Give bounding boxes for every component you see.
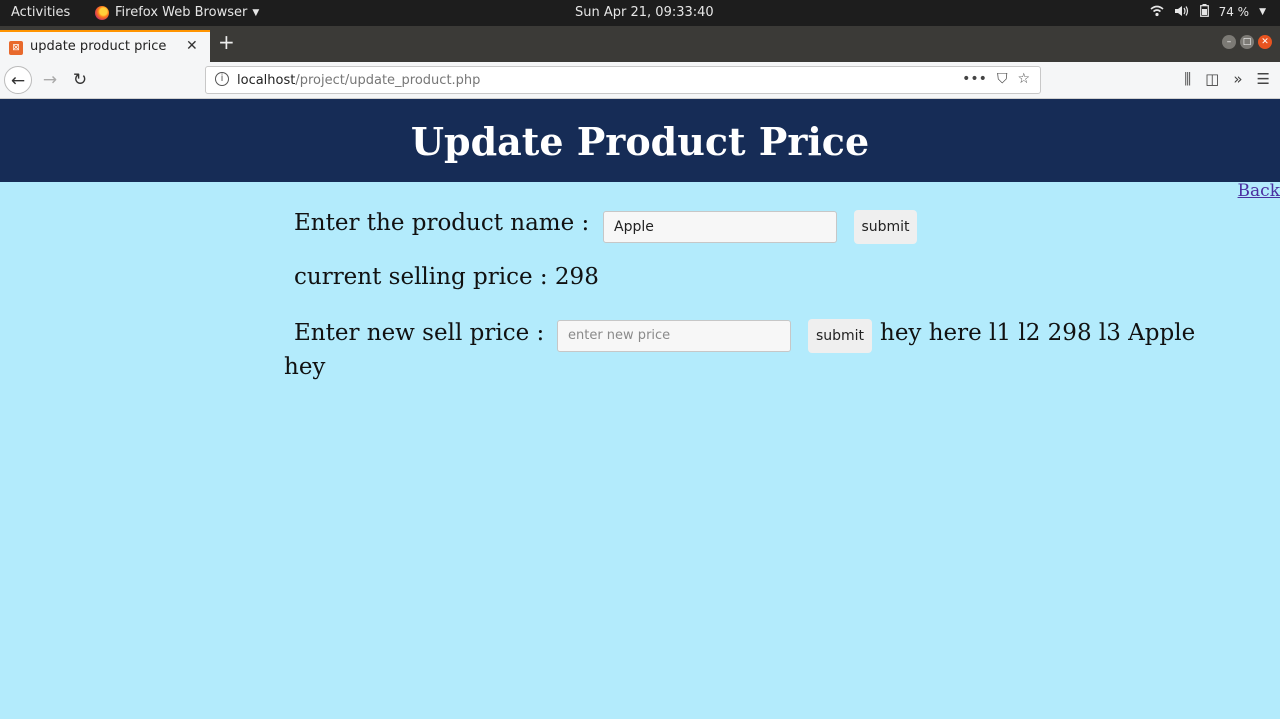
submit-product-button[interactable]: submit [854,210,917,244]
back-link[interactable]: Back [1238,181,1280,201]
url-host: localhost [237,73,296,88]
page-actions-icon[interactable]: ••• [962,71,987,87]
chevron-down-icon: ▼ [252,7,260,18]
overflow-chevron-icon[interactable]: » [1233,70,1242,88]
close-window-button[interactable]: ✕ [1258,35,1272,49]
activities-button[interactable]: Activities [11,5,70,20]
debug-text-continued: hey [284,354,326,380]
tab-active[interactable]: ⊠ update product price ✕ [0,30,210,62]
submit-price-button[interactable]: submit [808,319,872,353]
chevron-down-icon: ▼ [1259,7,1266,17]
tab-strip: ⊠ update product price ✕ + – □ ✕ [0,26,1280,62]
wifi-icon [1150,5,1164,20]
url-path: /project/update_product.php [295,73,481,88]
info-icon[interactable]: i [215,72,229,86]
url-actions: ••• ⛉ ☆ [962,71,1030,87]
hamburger-menu-icon[interactable]: ☰ [1257,70,1270,88]
close-tab-icon[interactable]: ✕ [186,38,198,54]
firefox-icon [95,5,109,20]
forward-button[interactable]: → [36,66,64,94]
page-header: Update Product Price [0,99,1280,182]
new-price-input[interactable]: enter new price [557,320,791,352]
page-title: Update Product Price [410,119,870,164]
sidebar-icon[interactable]: ◫ [1205,70,1219,88]
navigation-toolbar: ← → ↻ i localhost/project/update_product… [0,62,1280,99]
app-menu[interactable]: Firefox Web Browser ▼ [95,5,259,20]
back-button[interactable]: ← [4,66,32,94]
maximize-button[interactable]: □ [1240,35,1254,49]
library-icon[interactable]: ⫼ [1184,70,1191,88]
reload-button[interactable]: ↻ [66,66,94,94]
system-tray[interactable]: 74 % ▼ [1150,4,1266,20]
xampp-favicon-icon: ⊠ [9,41,23,55]
battery-icon [1199,4,1209,20]
new-tab-button[interactable]: + [218,32,235,52]
product-name-label: Enter the product name : [294,210,590,236]
toolbar-right: ⫼ ◫ » ☰ [1184,70,1270,88]
clock[interactable]: Sun Apr 21, 09:33:40 [575,5,714,20]
current-price-text: current selling price : 298 [294,264,599,290]
battery-percent: 74 % [1218,5,1250,19]
minimize-button[interactable]: – [1222,35,1236,49]
pocket-icon[interactable]: ⛉ [997,71,1008,87]
new-price-label: Enter new sell price : [294,320,545,346]
url-text[interactable]: localhost/project/update_product.php [237,73,480,88]
system-top-bar: Activities Firefox Web Browser ▼ Sun Apr… [0,0,1280,26]
debug-text: hey here l1 l2 298 l3 Apple [880,320,1196,346]
page-content: Update Product Price Back Enter the prod… [0,99,1280,719]
tab-title: update product price [30,39,167,54]
window-controls: – □ ✕ [1222,35,1272,49]
bookmark-star-icon[interactable]: ☆ [1017,71,1030,87]
app-name: Firefox Web Browser [115,5,248,20]
url-bar[interactable]: i localhost/project/update_product.php •… [205,66,1041,94]
product-name-input[interactable]: Apple [603,211,837,243]
volume-icon [1174,5,1190,20]
